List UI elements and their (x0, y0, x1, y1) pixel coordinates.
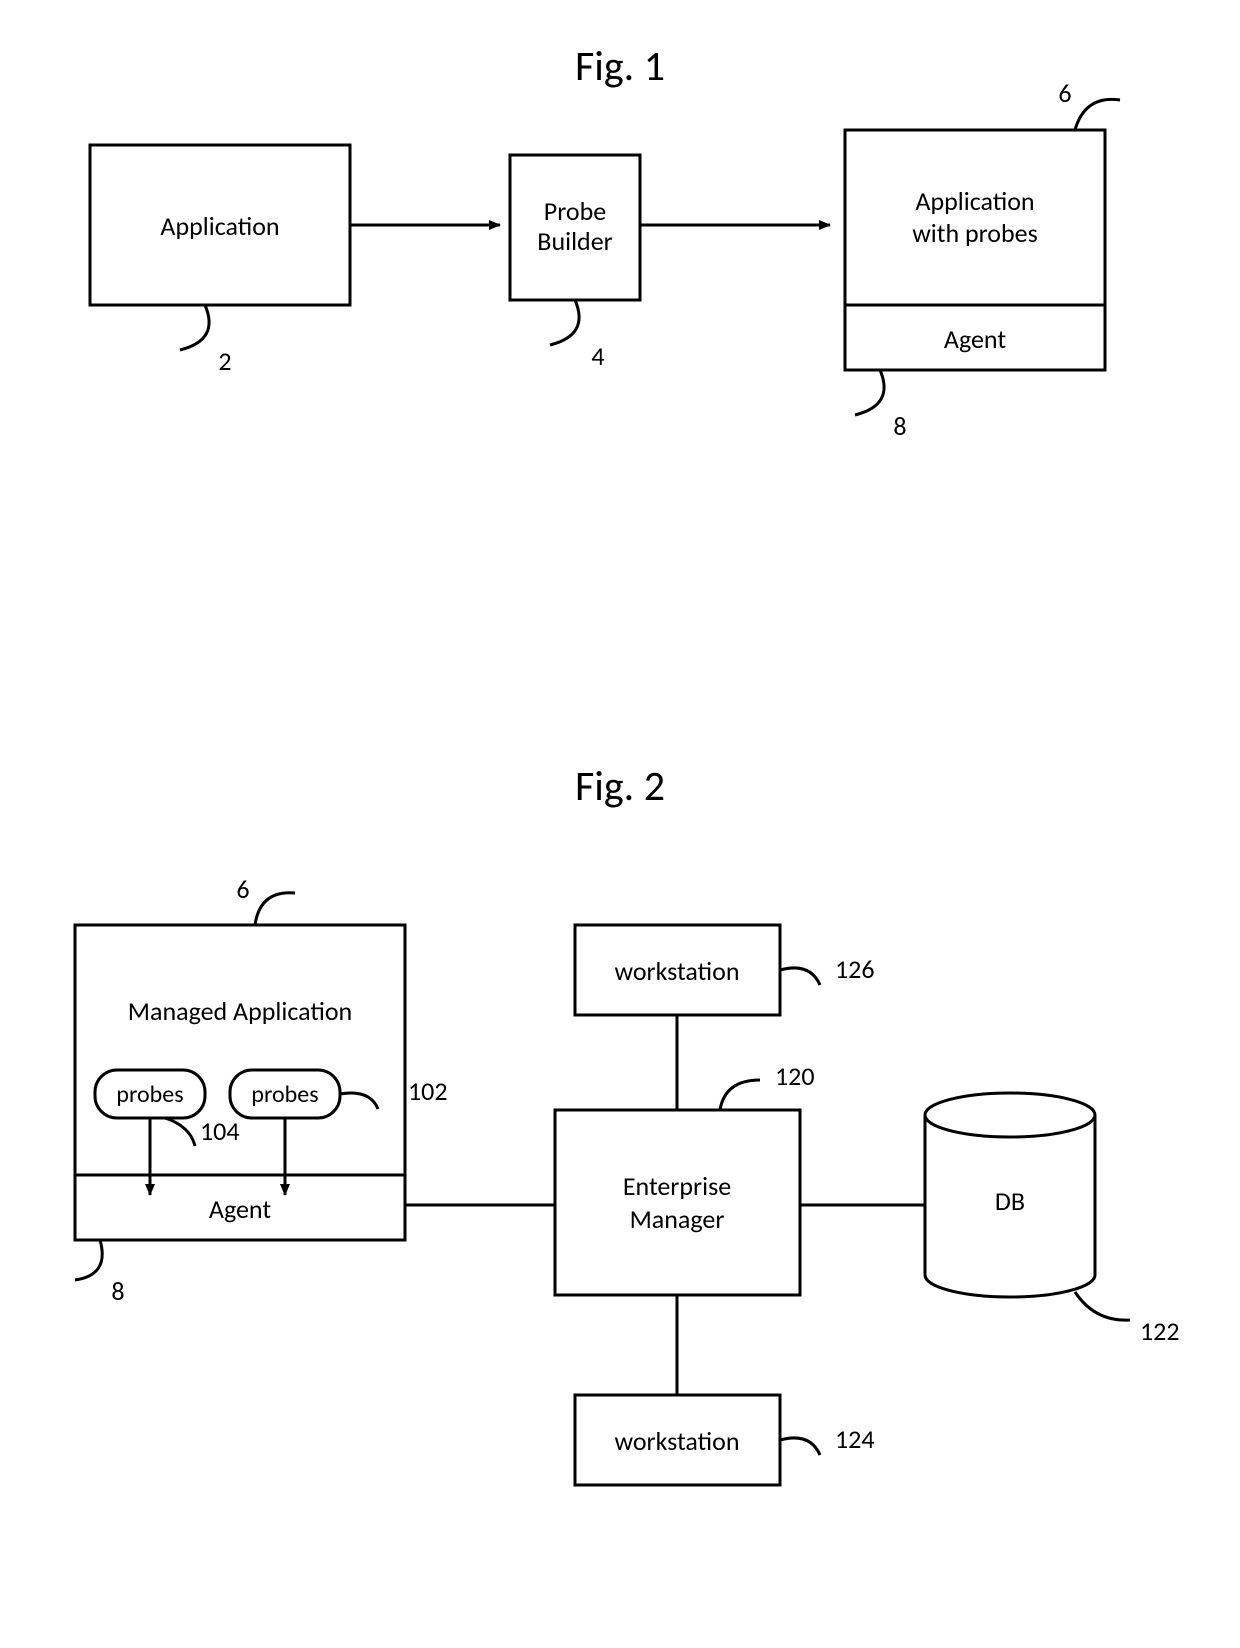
fig1-probe-builder-line2: Builder (537, 225, 612, 257)
fig1-app-with-probes-box: Application with probes (845, 130, 1105, 305)
fig1-ref4-leader (550, 300, 579, 345)
fig2-ref8-leader (75, 1240, 102, 1280)
fig2-em-line1: Enterprise (623, 1170, 731, 1202)
fig2-ref104: 104 (200, 1115, 240, 1147)
fig1-agent-label: Agent (944, 323, 1006, 355)
fig2-managed-app-label: Managed Application (128, 995, 352, 1027)
fig1-ref8: 8 (893, 410, 906, 442)
fig2-ref126: 126 (835, 953, 875, 985)
fig2-ref122: 122 (1140, 1315, 1180, 1347)
fig2-probes-left-label: probes (116, 1080, 183, 1109)
fig1-app-with-probes-line1: Application (915, 185, 1034, 217)
fig2-ref102: 102 (408, 1075, 448, 1107)
fig2-ref8: 8 (111, 1275, 124, 1307)
fig2-workstation-bottom-box: workstation (575, 1395, 780, 1485)
fig1-title: Fig. 1 (575, 41, 665, 92)
fig2-probes-right-label: probes (251, 1080, 318, 1109)
fig2-title: Fig. 2 (575, 761, 665, 812)
fig1-ref2-leader (180, 305, 209, 350)
fig2-ref120-leader (720, 1080, 760, 1110)
fig2-ref104-leader (165, 1118, 195, 1146)
fig1-ref8-leader (855, 370, 884, 415)
fig2-workstation-top-label: workstation (614, 955, 739, 987)
fig2-db-label: DB (995, 1185, 1025, 1217)
fig2-managed-app-box: Managed Application (75, 925, 405, 1175)
fig2-ref102-leader (340, 1093, 378, 1109)
fig2-workstation-bottom-label: workstation (614, 1425, 739, 1457)
fig2-workstation-top-box: workstation (575, 925, 780, 1015)
fig2-ref120: 120 (775, 1060, 815, 1092)
fig1-agent-box: Agent (845, 305, 1105, 370)
fig2-agent-label: Agent (209, 1193, 271, 1225)
fig2-probes-right-pill: probes (230, 1070, 340, 1118)
fig2-ref6: 6 (236, 873, 249, 905)
fig2-probes-left-pill: probes (95, 1070, 205, 1118)
fig1-ref2: 2 (218, 345, 231, 377)
fig2-ref6-leader (255, 893, 295, 925)
fig2-em-line2: Manager (630, 1203, 725, 1235)
fig1-ref6-leader (1075, 99, 1120, 130)
fig2-ref122-leader (1075, 1292, 1130, 1320)
fig1-ref4: 4 (591, 340, 604, 372)
fig2-ref126-leader (780, 968, 820, 985)
fig2-ref124-leader (780, 1438, 820, 1455)
fig1-probe-builder-box: Probe Builder (510, 155, 640, 300)
fig1-ref6: 6 (1058, 77, 1071, 109)
fig1-application-label: Application (160, 210, 279, 242)
fig2-db-cylinder: DB (925, 1093, 1095, 1297)
fig2-agent-box: Agent (75, 1175, 405, 1240)
fig1-application-box: Application (90, 145, 350, 305)
fig2-enterprise-manager-box: Enterprise Manager (555, 1110, 800, 1295)
fig1-probe-builder-line1: Probe (544, 195, 606, 227)
fig2-ref124: 124 (835, 1423, 875, 1455)
fig1-app-with-probes-line2: with probes (912, 217, 1038, 249)
